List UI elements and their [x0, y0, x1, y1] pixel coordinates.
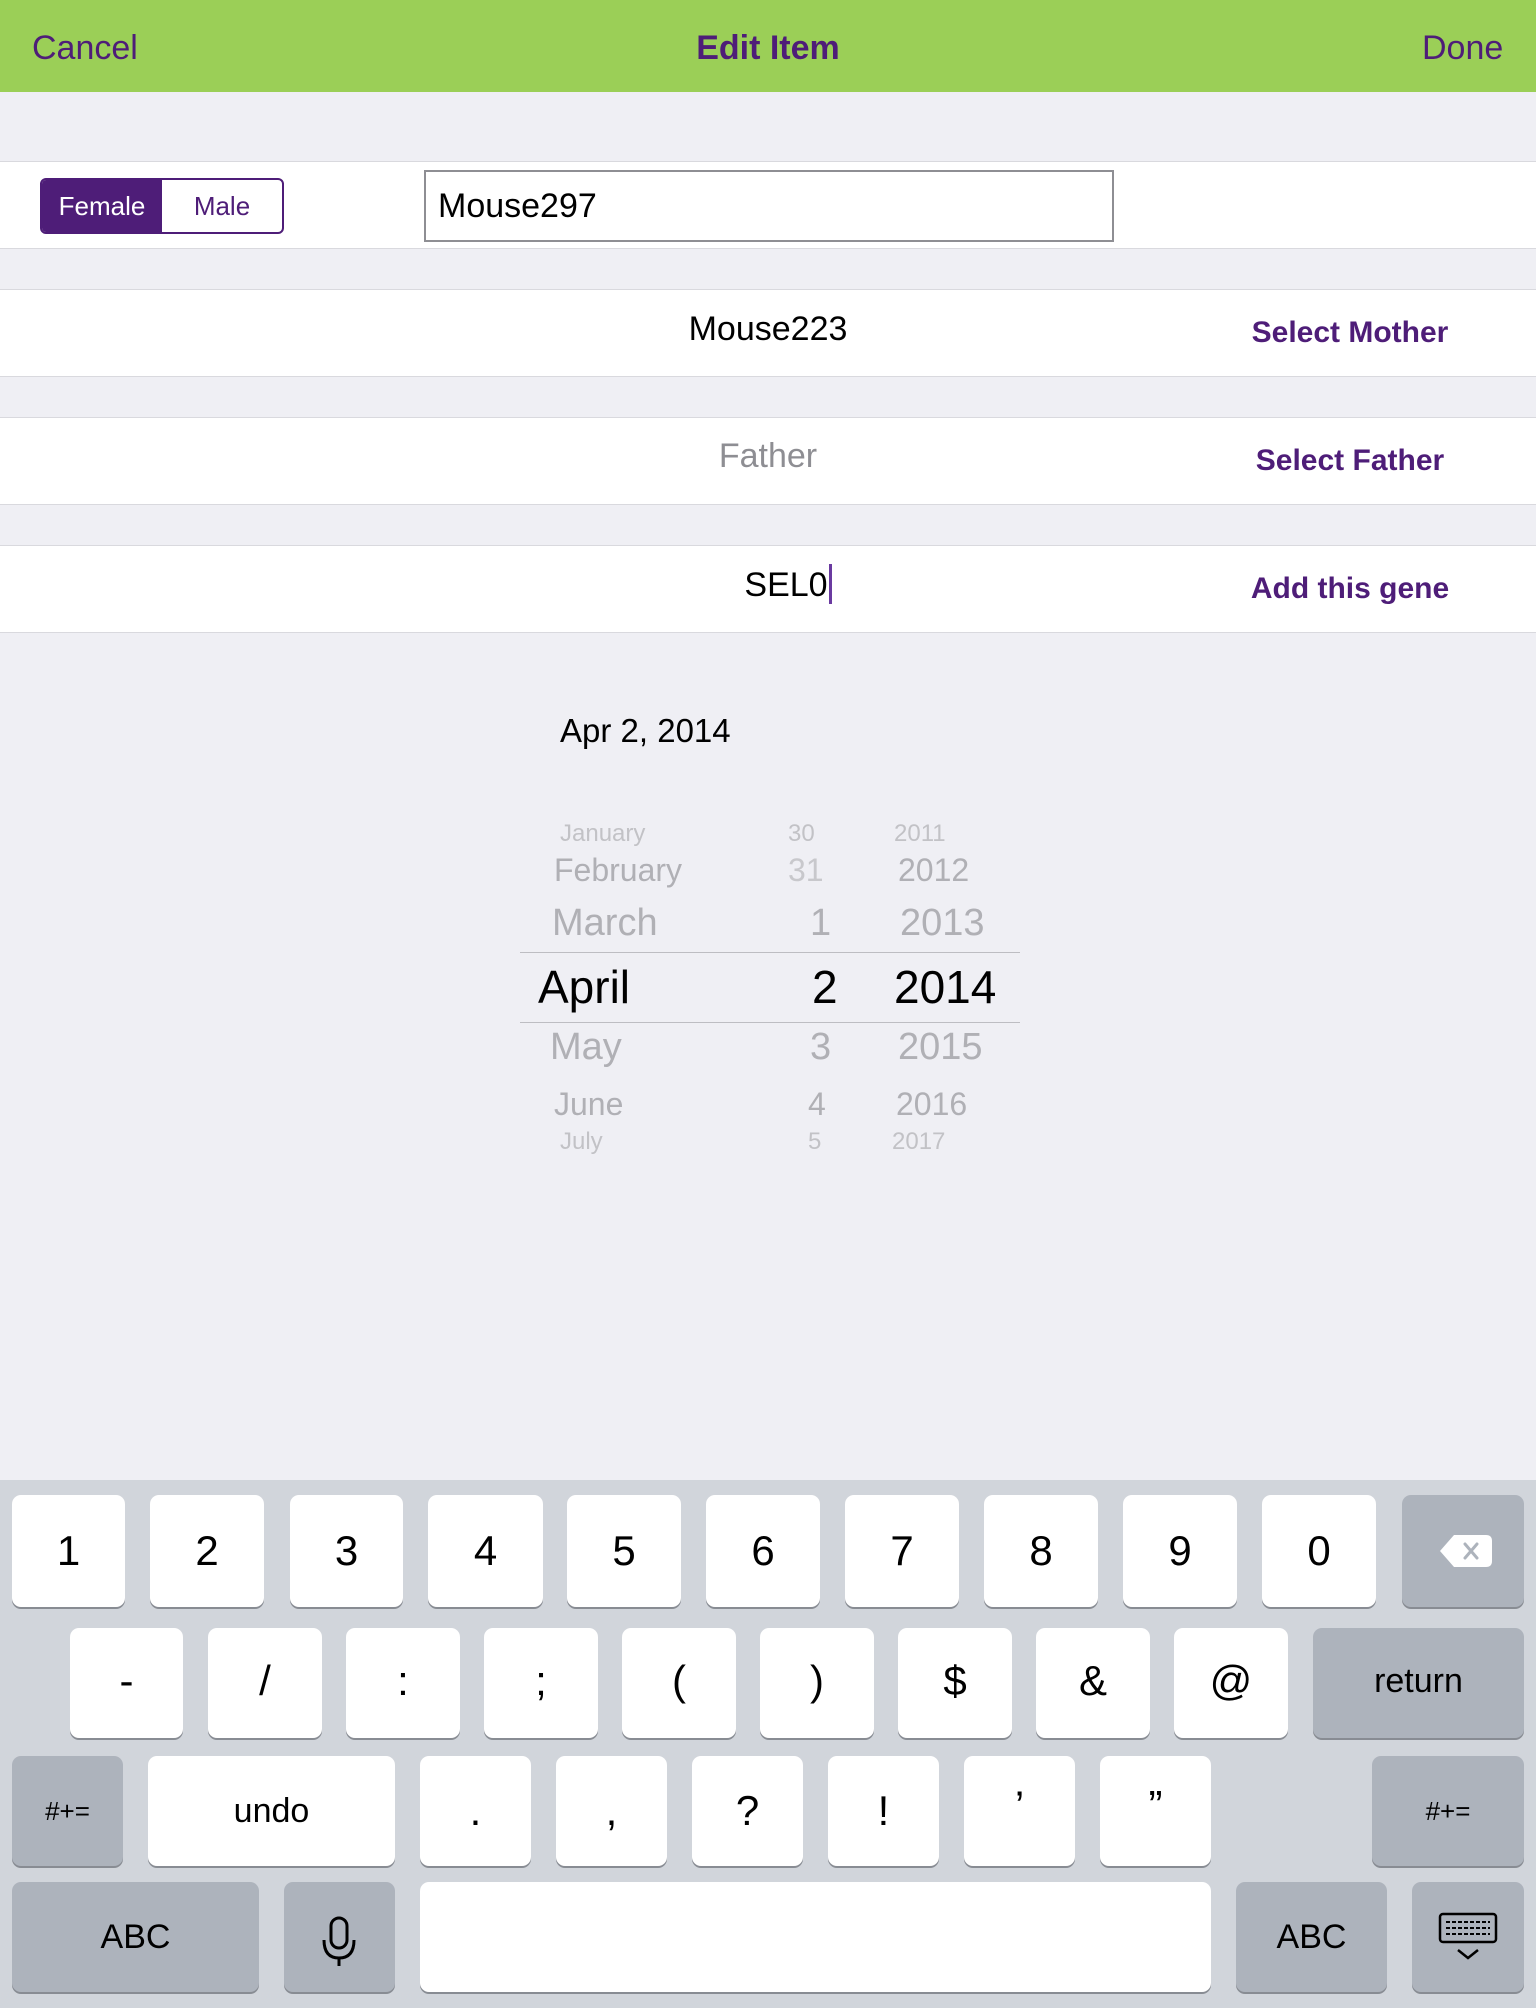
date-picker[interactable]: January February March April May June Ju… [520, 800, 1020, 1170]
picker-month[interactable]: March [552, 902, 658, 945]
key-1[interactable]: 1 [12, 1495, 125, 1607]
picker-day[interactable]: 31 [788, 852, 824, 889]
picker-year[interactable]: 2011 [894, 820, 946, 848]
dismiss-keyboard-key[interactable] [1412, 1882, 1524, 1992]
key-7[interactable]: 7 [845, 1495, 959, 1607]
name-field[interactable]: Mouse297 [424, 170, 1114, 242]
male-segment[interactable]: Male [162, 180, 282, 232]
key-at[interactable]: @ [1174, 1628, 1288, 1738]
keyboard: 1 2 3 4 5 6 7 8 9 0 - / : ; ( ) $ & @ re… [0, 1480, 1536, 2008]
father-field[interactable]: Father [500, 437, 1036, 476]
picker-year[interactable]: 2013 [900, 902, 985, 945]
picker-day[interactable]: 5 [808, 1128, 821, 1156]
key-0[interactable]: 0 [1262, 1495, 1376, 1607]
done-button[interactable]: Done [1422, 0, 1503, 92]
more-symbols-key-left[interactable]: #+= [12, 1756, 123, 1866]
key-open-paren[interactable]: ( [622, 1628, 736, 1738]
picker-year[interactable]: 2012 [898, 852, 969, 889]
picker-month[interactable]: May [550, 1026, 622, 1069]
key-3[interactable]: 3 [290, 1495, 403, 1607]
select-father-button[interactable]: Select Father [1200, 444, 1500, 478]
undo-key[interactable]: undo [148, 1756, 395, 1866]
picker-month[interactable]: February [554, 852, 682, 889]
key-close-paren[interactable]: ) [760, 1628, 874, 1738]
picker-year[interactable]: 2017 [892, 1128, 945, 1156]
more-symbols-key-right[interactable]: #+= [1372, 1756, 1524, 1866]
picker-day[interactable]: 4 [808, 1086, 826, 1123]
key-comma[interactable]: , [556, 1756, 667, 1866]
space-key[interactable] [420, 1882, 1211, 1992]
key-4[interactable]: 4 [428, 1495, 543, 1607]
key-question[interactable]: ? [692, 1756, 803, 1866]
picker-day[interactable]: 1 [810, 902, 831, 945]
picker-year[interactable]: 2015 [898, 1026, 983, 1069]
picker-month[interactable]: July [560, 1128, 603, 1156]
key-hyphen[interactable]: - [70, 1628, 183, 1738]
key-period[interactable]: . [420, 1756, 531, 1866]
key-6[interactable]: 6 [706, 1495, 820, 1607]
key-5[interactable]: 5 [567, 1495, 681, 1607]
microphone-icon [322, 1916, 356, 1966]
picker-day[interactable]: 3 [810, 1026, 831, 1069]
keyboard-dismiss-icon [1438, 1912, 1498, 1960]
add-gene-button[interactable]: Add this gene [1200, 572, 1500, 606]
gene-value: SEL0 [744, 566, 828, 604]
cancel-button[interactable]: Cancel [32, 0, 138, 92]
dictation-key[interactable] [284, 1882, 395, 1992]
key-2[interactable]: 2 [150, 1495, 264, 1607]
picker-day-selected[interactable]: 2 [812, 960, 838, 1014]
picker-month[interactable]: January [560, 820, 645, 848]
backspace-key[interactable] [1402, 1495, 1524, 1607]
picker-year[interactable]: 2016 [896, 1086, 967, 1123]
gender-segmented-control[interactable]: Female Male [40, 178, 284, 234]
key-exclamation[interactable]: ! [828, 1756, 939, 1866]
female-segment[interactable]: Female [42, 180, 162, 232]
picker-month-selected[interactable]: April [538, 960, 630, 1014]
return-key[interactable]: return [1313, 1628, 1524, 1738]
picker-month[interactable]: June [554, 1086, 623, 1123]
abc-key-right[interactable]: ABC [1236, 1882, 1387, 1992]
date-label: Apr 2, 2014 [560, 712, 731, 749]
key-ampersand[interactable]: & [1036, 1628, 1150, 1738]
key-slash[interactable]: / [208, 1628, 322, 1738]
key-semicolon[interactable]: ; [484, 1628, 598, 1738]
picker-year-selected[interactable]: 2014 [894, 960, 996, 1014]
picker-day[interactable]: 30 [788, 820, 815, 848]
backspace-icon [1440, 1535, 1492, 1567]
mother-field[interactable]: Mouse223 [500, 310, 1036, 349]
key-apostrophe[interactable]: ’ [964, 1756, 1075, 1866]
gene-field[interactable]: SEL0 [520, 564, 1056, 607]
key-quote[interactable]: ” [1100, 1756, 1211, 1866]
text-cursor [828, 564, 832, 605]
abc-key-left[interactable]: ABC [12, 1882, 259, 1992]
key-9[interactable]: 9 [1123, 1495, 1237, 1607]
select-mother-button[interactable]: Select Mother [1200, 316, 1500, 350]
key-colon[interactable]: : [346, 1628, 460, 1738]
key-8[interactable]: 8 [984, 1495, 1098, 1607]
key-dollar[interactable]: $ [898, 1628, 1012, 1738]
navigation-bar [0, 0, 1536, 92]
